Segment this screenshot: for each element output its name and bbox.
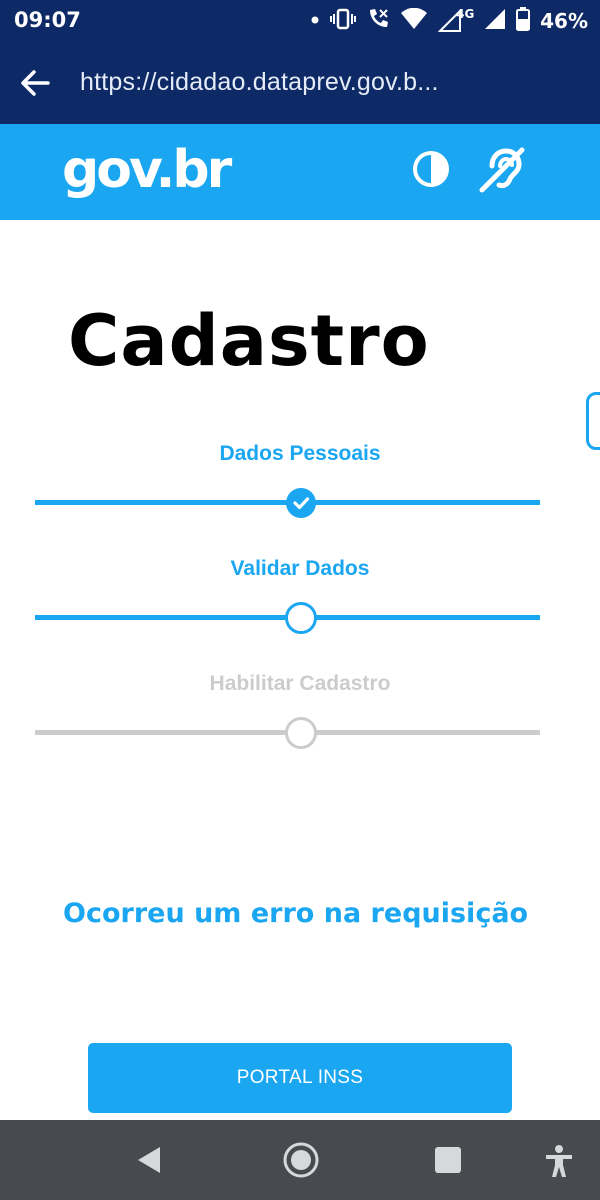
back-triangle-icon[interactable] bbox=[134, 1144, 164, 1181]
status-bar: 09:07 4G 46% bbox=[0, 0, 600, 42]
browser-url-bar: https://cidadao.dataprev.gov.b... bbox=[0, 42, 600, 124]
network-type-label: 4G bbox=[456, 7, 475, 21]
hearing-accessibility-icon[interactable] bbox=[478, 144, 526, 194]
notification-dot-icon bbox=[310, 12, 320, 30]
status-icons: 4G 46% bbox=[310, 6, 588, 36]
step-label: Habilitar Cadastro bbox=[209, 672, 391, 695]
step-current-circle-icon bbox=[285, 602, 317, 634]
step-label: Dados Pessoais bbox=[219, 442, 381, 465]
portal-inss-button[interactable]: PORTAL INSS bbox=[88, 1043, 512, 1113]
vibrate-icon bbox=[330, 8, 357, 35]
govbr-logo[interactable]: gov.br bbox=[62, 140, 232, 200]
recents-square-icon[interactable] bbox=[434, 1146, 462, 1179]
system-nav-bar bbox=[0, 1120, 600, 1200]
url-text[interactable]: https://cidadao.dataprev.gov.b... bbox=[80, 68, 439, 97]
contrast-icon[interactable] bbox=[412, 150, 450, 188]
accessibility-person-icon[interactable] bbox=[544, 1144, 574, 1183]
page-title: Cadastro bbox=[68, 300, 430, 382]
error-message: Ocorreu um erro na requisição bbox=[63, 898, 529, 929]
status-time: 09:07 bbox=[14, 8, 81, 32]
signal-icon bbox=[484, 8, 506, 35]
step-label: Validar Dados bbox=[230, 557, 370, 580]
home-circle-icon[interactable] bbox=[281, 1140, 321, 1185]
wifi-icon bbox=[400, 7, 428, 35]
back-arrow-icon[interactable] bbox=[18, 66, 52, 100]
battery-percent: 46% bbox=[540, 9, 588, 33]
battery-icon bbox=[516, 6, 531, 36]
step-complete-check-icon bbox=[286, 488, 316, 518]
wifi-call-icon bbox=[366, 7, 390, 36]
step-pending-circle-icon bbox=[285, 717, 317, 749]
site-header: gov.br bbox=[0, 124, 600, 220]
signal-4g-icon: 4G bbox=[438, 7, 475, 33]
